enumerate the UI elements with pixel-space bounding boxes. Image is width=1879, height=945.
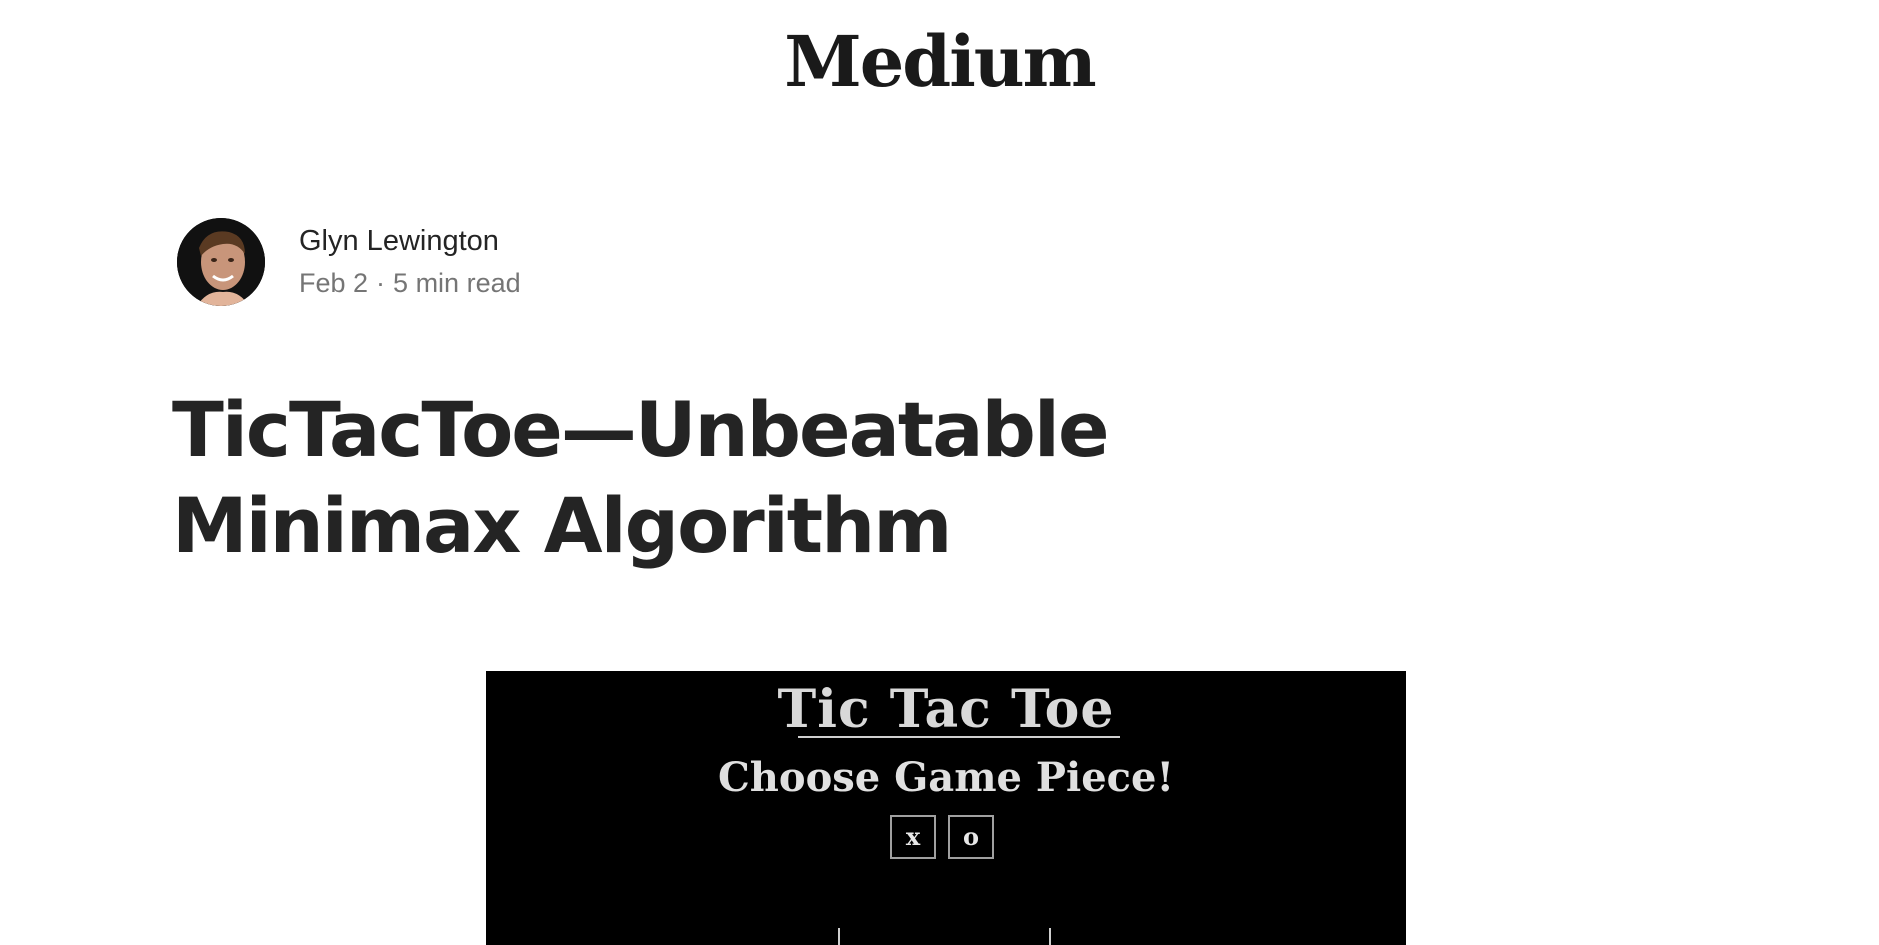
article-title: TicTacToe—Unbeatable Minimax Algorithm — [172, 385, 1110, 570]
medium-logo[interactable]: Medium — [0, 20, 1879, 103]
author-meta: Glyn Lewington Feb 2 · 5 min read — [299, 221, 521, 303]
post-meta: Feb 2 · 5 min read — [299, 263, 521, 303]
author-byline: Glyn Lewington Feb 2 · 5 min read — [177, 218, 521, 306]
game-piece-options: x o — [890, 815, 1006, 859]
piece-o-button[interactable]: o — [948, 815, 994, 859]
post-date: Feb 2 — [299, 268, 369, 298]
board-grid-line-right — [1049, 928, 1051, 945]
author-avatar[interactable] — [177, 218, 265, 306]
piece-x-button[interactable]: x — [890, 815, 936, 859]
game-title-underline — [798, 736, 1120, 738]
author-name[interactable]: Glyn Lewington — [299, 221, 521, 261]
read-time: 5 min read — [393, 268, 521, 298]
meta-separator: · — [376, 268, 386, 298]
game-title: Tic Tac Toe — [777, 679, 1115, 740]
board-grid-line-left — [838, 928, 840, 945]
game-subtitle: Choose Game Piece! — [717, 754, 1175, 801]
game-screenshot: Tic Tac Toe Choose Game Piece! x o — [486, 671, 1406, 945]
avatar-photo-icon — [177, 218, 265, 306]
